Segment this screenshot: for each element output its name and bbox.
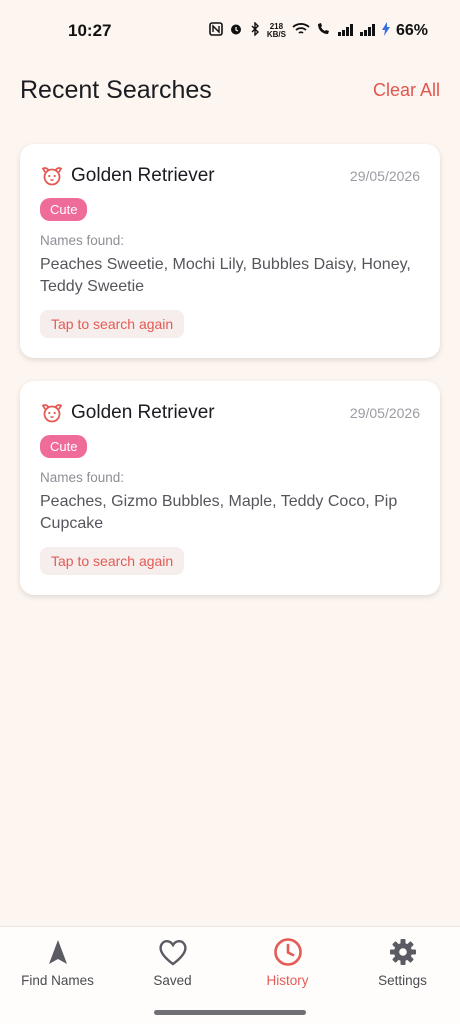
breed-title: Golden Retriever — [71, 165, 215, 186]
network-speed: 218 KB/S — [267, 23, 286, 39]
status-icons: 218 KB/S 66% — [209, 21, 428, 40]
alarm-icon — [229, 22, 243, 40]
search-date: 29/05/2026 — [349, 168, 420, 184]
home-indicator[interactable] — [154, 1010, 306, 1015]
page-header: Recent Searches Clear All — [20, 70, 440, 110]
names-found-label: Names found: — [40, 470, 125, 485]
style-tag: Cute — [40, 198, 88, 221]
speed-unit: KB/S — [266, 30, 286, 39]
call-icon — [316, 22, 332, 40]
nav-label: Find Names — [21, 973, 94, 988]
heart-icon — [157, 937, 189, 967]
search-history-card[interactable]: Golden Retriever 29/05/2026 Cute Names f… — [20, 381, 440, 595]
nav-label: History — [266, 973, 309, 988]
bottom-navigation: Find Names Saved History Settings — [0, 926, 460, 1024]
dog-icon — [40, 401, 64, 425]
signal-icon-2 — [359, 23, 376, 40]
names-found-list: Peaches, Gizmo Bubbles, Maple, Teddy Coc… — [40, 493, 398, 532]
nfc-icon — [209, 22, 223, 40]
navigation-arrow-icon — [43, 937, 73, 967]
dog-icon — [40, 164, 64, 188]
page-title: Recent Searches — [20, 75, 212, 104]
bluetooth-icon — [249, 21, 261, 40]
nav-find-names[interactable]: Find Names — [0, 927, 115, 1024]
clock-icon — [273, 937, 303, 967]
breed-title: Golden Retriever — [71, 402, 215, 423]
nav-settings[interactable]: Settings — [345, 927, 460, 1024]
status-time: 10:27 — [68, 21, 112, 40]
battery-percent: 66% — [395, 22, 428, 39]
signal-icon — [337, 23, 354, 40]
gear-icon — [388, 937, 418, 967]
search-date: 29/05/2026 — [349, 405, 420, 421]
nav-label: Settings — [378, 973, 427, 988]
style-tag: Cute — [40, 435, 88, 458]
status-bar: 10:27 218 KB/S 66% — [0, 0, 460, 62]
nav-label: Saved — [153, 973, 192, 988]
search-history-card[interactable]: Golden Retriever 29/05/2026 Cute Names f… — [20, 144, 440, 358]
wifi-icon — [292, 22, 310, 40]
names-found-label: Names found: — [40, 233, 125, 248]
charging-icon — [381, 22, 390, 40]
search-again-button[interactable]: Tap to search again — [40, 310, 185, 338]
search-again-button[interactable]: Tap to search again — [40, 547, 185, 575]
names-found-list: Peaches Sweetie, Mochi Lily, Bubbles Dai… — [40, 256, 411, 295]
clear-all-button[interactable]: Clear All — [373, 80, 440, 101]
